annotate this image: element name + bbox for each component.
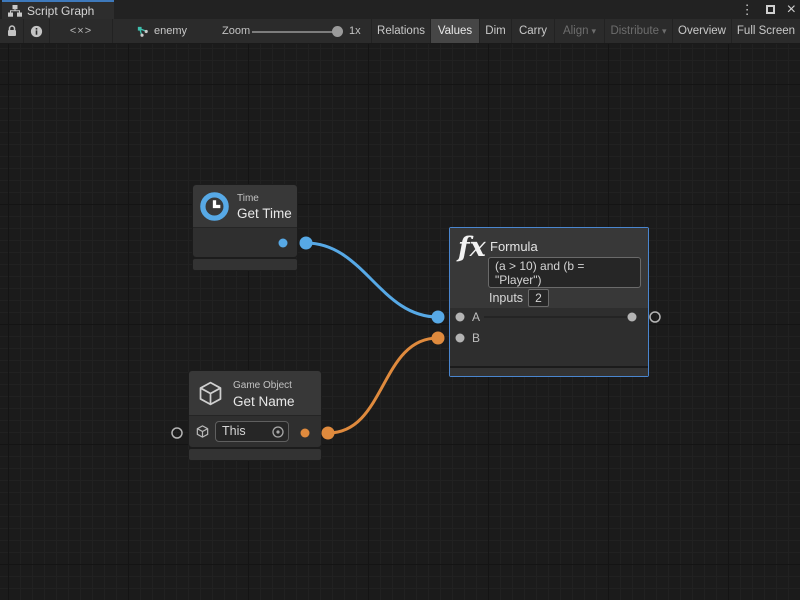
expression-line: "Player") [495, 273, 634, 287]
clock-icon [199, 191, 230, 222]
window-menu-icon[interactable]: ⋮ [741, 0, 754, 19]
graph-canvas[interactable] [0, 44, 800, 600]
object-picker-icon[interactable] [271, 425, 285, 439]
close-icon[interactable]: × [787, 0, 796, 19]
script-graph-window: Script Graph ⋮ × <×> [0, 0, 800, 600]
node-formula-ports: A B [450, 308, 648, 366]
info-icon [30, 25, 43, 38]
graph-breadcrumb[interactable]: enemy [136, 19, 187, 43]
cube-icon [195, 424, 210, 439]
node-get-name-header[interactable]: Game Object Get Name [189, 371, 321, 416]
node-formula-header[interactable]: fx Formula (a > 10) and (b = "Player") I… [450, 228, 648, 308]
lock-icon [6, 24, 18, 38]
graph-toolbar: <×> enemy Zoom 1x Relations Values Dim C… [0, 19, 800, 44]
node-get-name-body: This [189, 416, 321, 447]
chevron-down-icon: ▾ [662, 26, 667, 36]
info-button[interactable] [24, 19, 50, 43]
expression-line: (a > 10) and (b = [495, 259, 634, 273]
node-title: Formula [490, 239, 538, 254]
overview-button[interactable]: Overview [672, 19, 731, 43]
toolbar-buttons: Relations Values Dim Carry Align▾ Distri… [371, 19, 800, 43]
zoom-value: 1x [349, 19, 361, 43]
zoom-label: Zoom [222, 19, 250, 43]
node-get-name[interactable]: Game Object Get Name This [189, 371, 321, 460]
fx-icon: fx [458, 232, 486, 263]
zoom-slider-track[interactable] [252, 31, 336, 33]
tab-script-graph[interactable]: Script Graph [2, 0, 114, 19]
distribute-button[interactable]: Distribute▾ [604, 19, 672, 43]
node-get-time[interactable]: Time Get Time [193, 185, 297, 270]
carry-button[interactable]: Carry [511, 19, 554, 43]
cube-icon [196, 379, 225, 408]
port-b-label: B [472, 331, 480, 345]
node-formula-footer [450, 366, 648, 376]
target-object-field[interactable]: This [215, 421, 289, 442]
code-view-button[interactable]: <×> [50, 19, 113, 43]
maximize-icon[interactable] [766, 5, 775, 14]
inputs-label: Inputs [489, 291, 523, 305]
node-title: Get Name [233, 394, 295, 409]
lock-button[interactable] [0, 19, 24, 43]
relations-button[interactable]: Relations [371, 19, 430, 43]
node-subtitle: Time [237, 193, 259, 204]
chevron-down-icon: ▾ [592, 26, 597, 36]
code-icon: <×> [70, 25, 92, 37]
port-a-label: A [472, 310, 480, 324]
graph-network-icon [136, 25, 149, 38]
dim-button[interactable]: Dim [479, 19, 511, 43]
align-button[interactable]: Align▾ [554, 19, 604, 43]
formula-expression-input[interactable]: (a > 10) and (b = "Player") [488, 257, 641, 288]
node-subtitle: Game Object [233, 380, 292, 391]
target-object-value: This [222, 422, 246, 441]
node-title: Get Time [237, 206, 292, 221]
values-button[interactable]: Values [430, 19, 479, 43]
graph-name: enemy [154, 25, 187, 37]
fullscreen-button[interactable]: Full Screen [731, 19, 800, 43]
node-get-time-footer [193, 259, 297, 270]
title-bar: Script Graph ⋮ × [0, 0, 800, 19]
node-formula[interactable]: fx Formula (a > 10) and (b = "Player") I… [449, 227, 649, 377]
zoom-slider-handle[interactable] [332, 26, 343, 37]
tab-title: Script Graph [27, 4, 94, 18]
graph-hierarchy-icon [8, 5, 22, 17]
node-get-time-header[interactable]: Time Get Time [193, 185, 297, 228]
node-get-time-body [193, 228, 297, 257]
inputs-count-field[interactable]: 2 [528, 289, 549, 307]
window-controls: ⋮ × [741, 0, 796, 19]
node-get-name-footer [189, 449, 321, 460]
